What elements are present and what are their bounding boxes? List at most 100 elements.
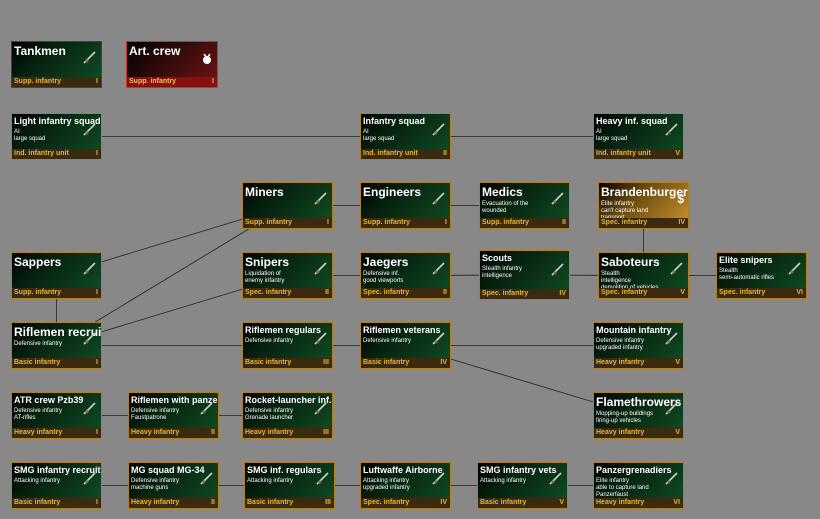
unit-card-rifle_recruits[interactable]: Riflemen recruitsDefensive infantryBasic…: [11, 322, 102, 369]
unit-card-body: Snipers Liquidation of enemy infantry: [243, 253, 332, 288]
unit-footer: Ind. infantry unit V: [594, 149, 683, 159]
unit-class: Heavy infantry: [14, 429, 63, 436]
unit-footer: Ind. infantry unit I: [12, 149, 101, 159]
unit-footer: Basic infantry III: [243, 358, 332, 368]
unit-tier: II: [211, 429, 215, 436]
unit-footer: Spec. infantry V: [599, 288, 688, 298]
unit-card-sappers[interactable]: Sappers Supp. infantry I: [11, 252, 102, 299]
unit-card-body: Scouts Stealth infantry intelligence: [480, 251, 569, 289]
unit-tier: I: [96, 78, 98, 85]
rifle-icon: [82, 49, 98, 65]
unit-card-smg_recruits[interactable]: SMG infantry recruits Attacking infantry B…: [11, 462, 102, 509]
unit-card-luftwaffe[interactable]: Luftwaffe Airborne Attacking infantry upg…: [360, 462, 451, 509]
unit-footer: Heavy infantry VI: [594, 498, 683, 508]
unit-card-rifle_pf[interactable]: Riflemen with panzerfaustDefensive infan…: [128, 392, 219, 439]
unit-footer: Spec. infantry II: [243, 288, 332, 298]
unit-card-inf_squad[interactable]: Infantry squad AI large squad Ind. infantr…: [360, 113, 451, 160]
unit-footer: Spec. infantry IV: [480, 289, 569, 299]
unit-tier: VI: [673, 499, 680, 506]
unit-card-light_inf[interactable]: Light infantry squad AI large squad Ind. i…: [11, 113, 102, 160]
unit-tier: III: [325, 499, 331, 506]
rifle-icon: [548, 470, 564, 486]
unit-card-medics[interactable]: Medics Evacuation of the wounded Supp. inf…: [479, 182, 570, 229]
unit-card-body: Elite snipers Stealth semi-automatic rifl…: [717, 253, 806, 288]
rifle-icon: [313, 190, 329, 206]
unit-card-body: Mountain infantry Defensive infantry upgr…: [594, 323, 683, 358]
unit-footer: Basic infantry IV: [361, 358, 450, 368]
unit-tier: III: [323, 359, 329, 366]
link-rifle_veterans-flamethrowers: [450, 358, 594, 403]
unit-card-rifle_veterans[interactable]: Riflemen veterans Defensive infantry Basic…: [360, 322, 451, 369]
unit-card-heavy_squad[interactable]: Heavy inf. squad AI large squad Ind. infan…: [593, 113, 684, 160]
unit-class: Ind. infantry unit: [14, 150, 69, 157]
unit-tier: III: [323, 429, 329, 436]
unit-card-atr_crew[interactable]: ATR crew Pzb39 Defensive infantry AT-rifl…: [11, 392, 102, 439]
unit-card-body: SMG infantry vets Attacking infantry: [478, 463, 567, 498]
unit-card-body: Art. crew: [127, 42, 217, 77]
unit-tier: I: [327, 219, 329, 226]
unit-card-brandenburgers[interactable]: Brandenburgers Elite infantry can't captu…: [598, 182, 689, 229]
unit-tier: V: [680, 289, 685, 296]
unit-card-smg_regulars[interactable]: SMG inf. regulars Attacking infantry Basic…: [244, 462, 335, 509]
unit-class: Heavy infantry: [131, 499, 180, 506]
unit-card-body: Riflemen with panzerfaustDefensive infan…: [129, 393, 218, 428]
unit-card-jaegers[interactable]: Jaegers Defensive inf. good viewports Spec…: [360, 252, 451, 299]
unit-card-body: Jaegers Defensive inf. good viewports: [361, 253, 450, 288]
unit-footer: Heavy infantry I: [12, 428, 101, 438]
rifle-icon: [550, 261, 566, 277]
unit-class: Spec. infantry: [363, 289, 410, 296]
unit-tier: V: [675, 359, 680, 366]
rifle-icon: [82, 260, 98, 276]
unit-class: Spec. infantry: [245, 289, 292, 296]
unit-class: Spec. infantry: [601, 219, 648, 226]
unit-card-saboteurs[interactable]: SaboteursStealth intelligence demolition…: [598, 252, 689, 299]
unit-card-body: Light infantry squad AI large squad: [12, 114, 101, 149]
unit-card-scouts[interactable]: Scouts Stealth infantry intelligence Spec.…: [479, 250, 570, 300]
unit-card-mountain[interactable]: Mountain infantry Defensive infantry upgr…: [593, 322, 684, 369]
unit-card-engineers[interactable]: Engineers Supp. infantry I: [360, 182, 451, 229]
unit-class: Basic infantry: [245, 359, 292, 366]
rifle-icon: [82, 121, 98, 137]
unit-card-body: Riflemen recruitsDefensive infantry: [12, 323, 101, 358]
unit-tier: I: [96, 289, 98, 296]
unit-card-elite_snipers[interactable]: Elite snipers Stealth semi-automatic rifl…: [716, 252, 807, 299]
unit-card-smg_vets[interactable]: SMG infantry vets Attacking infantry Basic…: [477, 462, 568, 509]
unit-card-body: Brandenburgers Elite infantry can't captu…: [599, 183, 688, 221]
unit-card-flamethrowers[interactable]: Flamethrowers Mopping-up buildings firing…: [593, 392, 684, 439]
unit-card-rifle_regulars[interactable]: Riflemen regulars Defensive infantry Basic…: [242, 322, 333, 369]
unit-tier: IV: [559, 290, 566, 297]
unit-card-miners[interactable]: Miners Supp. infantry I: [242, 182, 333, 229]
unit-card-mg_squad[interactable]: MG squad MG-34 Defensive infantry machine…: [128, 462, 219, 509]
unit-card-snipers[interactable]: Snipers Liquidation of enemy infantry Spec…: [242, 252, 333, 299]
unit-tier: I: [96, 359, 98, 366]
unit-class: Basic infantry: [14, 499, 61, 506]
rifle-icon: [82, 400, 98, 416]
unit-card-artcrew[interactable]: Art. crew Supp. infantry I: [126, 41, 218, 88]
unit-card-panzergren[interactable]: Panzergrenadiers Elite infantry able to c…: [593, 462, 684, 509]
unit-card-body: SMG inf. regulars Attacking infantry: [245, 463, 334, 498]
unit-card-tankmen[interactable]: Tankmen Supp. infantry I: [11, 41, 102, 88]
unit-class: Spec. infantry: [601, 289, 648, 296]
link-rifle_recruits-snipers: [101, 288, 243, 333]
unit-tier: II: [325, 289, 329, 296]
unit-footer: Spec. infantry IV: [361, 498, 450, 508]
unit-footer: Heavy infantry III: [243, 428, 332, 438]
unit-tier: II: [443, 289, 447, 296]
unit-footer: Heavy infantry V: [594, 428, 683, 438]
unit-class: Ind. infantry unit: [363, 150, 418, 157]
unit-class: Supp. infantry: [363, 219, 411, 226]
unit-tier: VI: [796, 289, 803, 296]
unit-card-rocket[interactable]: Rocket-launcher inf. Defensive infantry G…: [242, 392, 333, 439]
rifle-icon: [315, 470, 331, 486]
unit-card-body: Miners: [243, 183, 332, 218]
unit-card-body: SMG infantry recruits Attacking infantry: [12, 463, 101, 498]
unit-footer: Heavy infantry V: [594, 358, 683, 368]
unit-footer: Basic infantry I: [12, 498, 101, 508]
rifle-icon: [431, 330, 447, 346]
link-rifle_recruits-miners: [95, 228, 249, 323]
unit-footer: Heavy infantry II: [129, 498, 218, 508]
unit-footer: Supp. infantry I: [12, 288, 101, 298]
rifle-icon: [664, 400, 680, 416]
unit-class: Spec. infantry: [482, 290, 529, 297]
rifle-icon: [199, 400, 215, 416]
